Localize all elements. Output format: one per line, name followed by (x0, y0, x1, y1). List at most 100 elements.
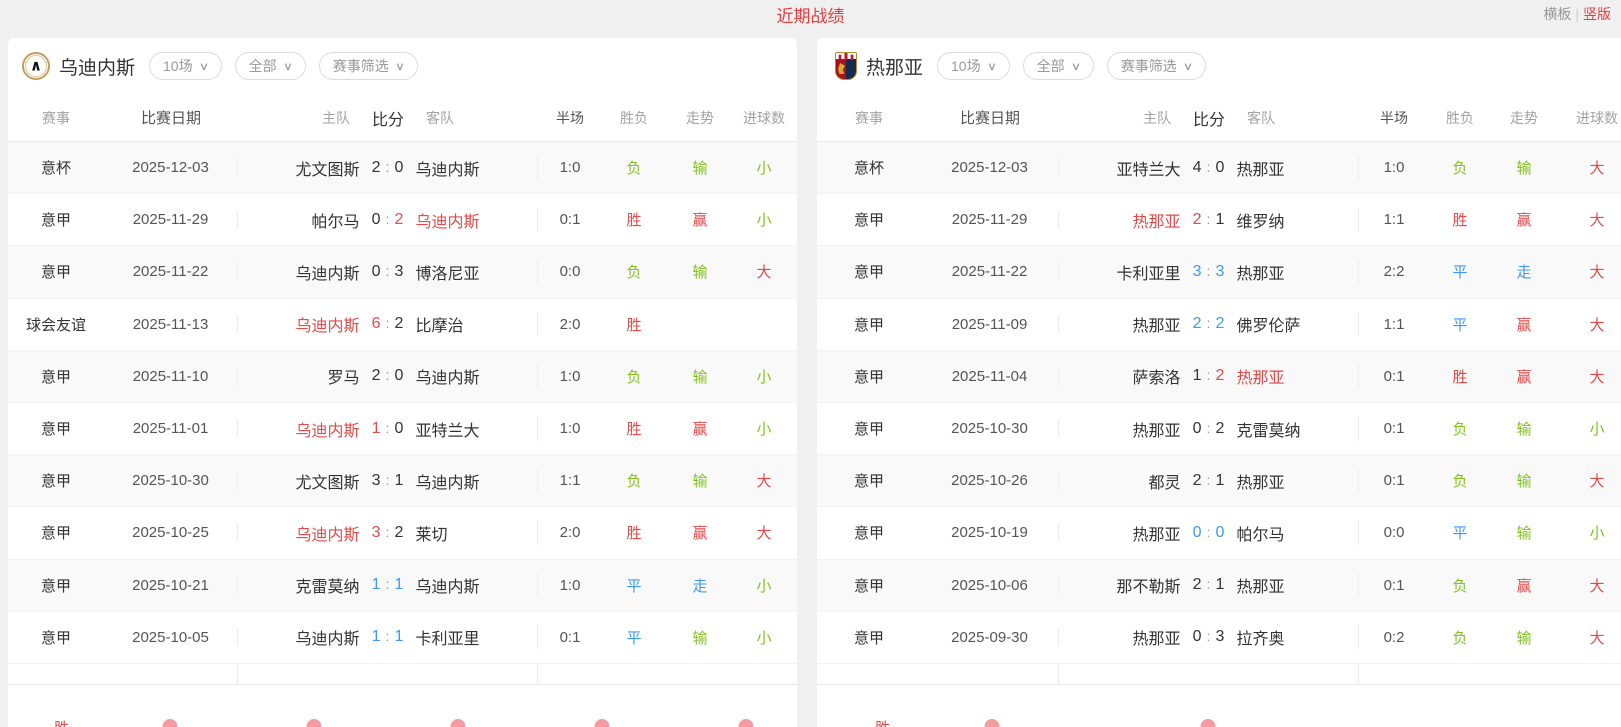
halftime-score: 1:1 (1359, 316, 1429, 333)
match-row[interactable]: 意甲 2025-11-29 热那亚 2:1 维罗纳 1:1 胜 赢 大 (817, 194, 1621, 246)
view-toggle-separator: | (1575, 6, 1579, 22)
match-row[interactable]: 意甲 2025-10-26 都灵 2:1 热那亚 0:1 负 输 大 (817, 455, 1621, 507)
competition-cell: 意甲 (817, 314, 921, 335)
final-score: 0:2 (1181, 420, 1237, 438)
win-dot (595, 719, 610, 727)
result-badge: 胜 (602, 314, 666, 335)
away-team: 热那亚 (1237, 260, 1359, 284)
handicap-trend-badge: 输 (666, 627, 734, 648)
match-date-cell: 2025-10-05 (104, 629, 238, 646)
away-team: 比摩治 (416, 312, 538, 336)
halftime-score: 0:2 (1359, 629, 1429, 646)
match-date-cell: 2025-11-04 (921, 368, 1059, 385)
table-header-row: 赛事 比赛日期 主队 比分 客队 半场 胜负 走势 进球数 (8, 94, 797, 142)
home-team: 乌迪内斯 (238, 417, 360, 441)
header-goals: 进球数 (1557, 108, 1621, 128)
match-cell: 克雷莫纳 1:1 乌迪内斯 (238, 573, 538, 597)
competition-filter[interactable]: 赛事筛选 ∨ (319, 52, 418, 80)
match-row[interactable]: 意甲 2025-11-04 萨索洛 1:2 热那亚 0:1 胜 赢 大 (817, 351, 1621, 403)
goals-over-under-badge: 小 (734, 575, 794, 596)
match-cell: 罗马 2:0 乌迪内斯 (238, 364, 538, 388)
scope-filter[interactable]: 全部 ∨ (235, 52, 306, 80)
halftime-score: 1:0 (538, 420, 602, 437)
match-date-cell: 2025-10-30 (104, 472, 238, 489)
match-row[interactable]: 意甲 2025-11-10 罗马 2:0 乌迪内斯 1:0 负 输 小 (8, 351, 797, 403)
halftime-score: 1:0 (538, 368, 602, 385)
match-count-filter[interactable]: 10场 ∨ (937, 52, 1010, 80)
goals-over-under-badge: 大 (1557, 627, 1621, 648)
match-row[interactable]: 意杯 2025-12-03 亚特兰大 4:0 热那亚 1:0 负 输 大 (817, 142, 1621, 194)
competition-cell: 球会友谊 (8, 314, 104, 335)
horizontal-view-button[interactable]: 横板 (1543, 6, 1571, 22)
match-row[interactable]: 意甲 2025-10-30 热那亚 0:2 克雷莫纳 0:1 负 输 小 (817, 403, 1621, 455)
result-badge: 胜 (1429, 366, 1491, 387)
match-date-cell: 2025-11-09 (921, 316, 1059, 333)
match-row[interactable]: 意杯 2025-12-03 尤文图斯 2:0 乌迪内斯 1:0 负 输 小 (8, 142, 797, 194)
match-row[interactable]: 意甲 2025-10-30 尤文图斯 3:1 乌迪内斯 1:1 负 输 大 (8, 455, 797, 507)
result-badge: 负 (602, 366, 666, 387)
header-home-team: 主队 (1059, 108, 1181, 128)
halftime-score: 0:1 (1359, 368, 1429, 385)
match-date-cell: 2025-11-22 (104, 263, 238, 280)
home-team: 克雷莫纳 (238, 573, 360, 597)
vertical-view-button[interactable]: 竖版 (1583, 6, 1611, 22)
competition-cell: 意甲 (817, 522, 921, 543)
handicap-trend-badge: 赢 (666, 209, 734, 230)
halftime-score: 0:1 (1359, 577, 1429, 594)
result-badge: 平 (1429, 522, 1491, 543)
result-badge: 负 (1429, 418, 1491, 439)
handicap-trend-badge: 赢 (666, 522, 734, 543)
match-row[interactable]: 意甲 2025-10-06 那不勒斯 2:1 热那亚 0:1 负 赢 大 (817, 560, 1621, 612)
match-row[interactable]: 意甲 2025-11-09 热那亚 2:2 佛罗伦萨 1:1 平 赢 大 (817, 299, 1621, 351)
handicap-trend-badge: 走 (666, 575, 734, 596)
home-team: 萨索洛 (1059, 364, 1181, 388)
handicap-trend-badge: 走 (1491, 261, 1557, 282)
match-date-cell: 2025-11-22 (921, 263, 1059, 280)
result-badge: 负 (1429, 157, 1491, 178)
match-date-cell: 2025-11-13 (104, 316, 238, 333)
header-trend: 走势 (666, 108, 734, 128)
scope-filter[interactable]: 全部 ∨ (1023, 52, 1094, 80)
away-team: 乌迪内斯 (416, 156, 538, 180)
table-footer-padding (817, 664, 1621, 685)
competition-cell: 意甲 (8, 627, 104, 648)
competition-cell: 意甲 (817, 366, 921, 387)
table-header-row: 赛事 比赛日期 主队 比分 客队 半场 胜负 走势 进球数 (817, 94, 1621, 142)
away-team: 帕尔马 (1237, 521, 1359, 545)
competition-cell: 意甲 (8, 261, 104, 282)
team-name: 乌迪内斯 (59, 53, 135, 80)
match-cell: 热那亚 2:2 佛罗伦萨 (1059, 312, 1359, 336)
results-table-body: 意杯 2025-12-03 尤文图斯 2:0 乌迪内斯 1:0 负 输 小 意甲… (8, 142, 797, 664)
result-badge: 平 (1429, 314, 1491, 335)
match-count-filter[interactable]: 10场 ∨ (149, 52, 222, 80)
goals-over-under-badge: 大 (1557, 157, 1621, 178)
match-row[interactable]: 意甲 2025-11-22 卡利亚里 3:3 热那亚 2:2 平 走 大 (817, 246, 1621, 298)
header-result: 胜负 (602, 108, 666, 128)
match-cell: 萨索洛 1:2 热那亚 (1059, 364, 1359, 388)
home-team: 热那亚 (1059, 625, 1181, 649)
halftime-score: 2:0 (538, 316, 602, 333)
trend-win-label: 胜 (54, 717, 69, 727)
home-team: 卡利亚里 (1059, 260, 1181, 284)
competition-filter[interactable]: 赛事筛选 ∨ (1107, 52, 1206, 80)
match-row[interactable]: 意甲 2025-10-25 乌迪内斯 3:2 莱切 2:0 胜 赢 大 (8, 507, 797, 559)
match-row[interactable]: 意甲 2025-10-05 乌迪内斯 1:1 卡利亚里 0:1 平 输 小 (8, 612, 797, 664)
goals-over-under-badge: 小 (1557, 418, 1621, 439)
final-score: 2:1 (1181, 576, 1237, 594)
result-badge: 胜 (602, 522, 666, 543)
match-row[interactable]: 意甲 2025-11-22 乌迪内斯 0:3 博洛尼亚 0:0 负 输 大 (8, 246, 797, 298)
match-row[interactable]: 意甲 2025-10-21 克雷莫纳 1:1 乌迪内斯 1:0 平 走 小 (8, 560, 797, 612)
final-score: 1:1 (360, 628, 416, 646)
top-bar: 近期战绩 横板|竖版 (0, 0, 1621, 38)
result-badge: 负 (602, 261, 666, 282)
match-row[interactable]: 球会友谊 2025-11-13 乌迪内斯 6:2 比摩治 2:0 胜 (8, 299, 797, 351)
match-row[interactable]: 意甲 2025-09-30 热那亚 0:3 拉齐奥 0:2 负 输 大 (817, 612, 1621, 664)
match-row[interactable]: 意甲 2025-10-19 热那亚 0:0 帕尔马 0:0 平 输 小 (817, 507, 1621, 559)
halftime-score: 1:1 (538, 472, 602, 489)
match-cell: 乌迪内斯 6:2 比摩治 (238, 312, 538, 336)
match-row[interactable]: 意甲 2025-11-01 乌迪内斯 1:0 亚特兰大 1:0 胜 赢 小 (8, 403, 797, 455)
match-row[interactable]: 意甲 2025-11-29 帕尔马 0:2 乌迪内斯 0:1 胜 赢 小 (8, 194, 797, 246)
home-team: 热那亚 (1059, 521, 1181, 545)
match-cell: 卡利亚里 3:3 热那亚 (1059, 260, 1359, 284)
final-score: 1:0 (360, 420, 416, 438)
